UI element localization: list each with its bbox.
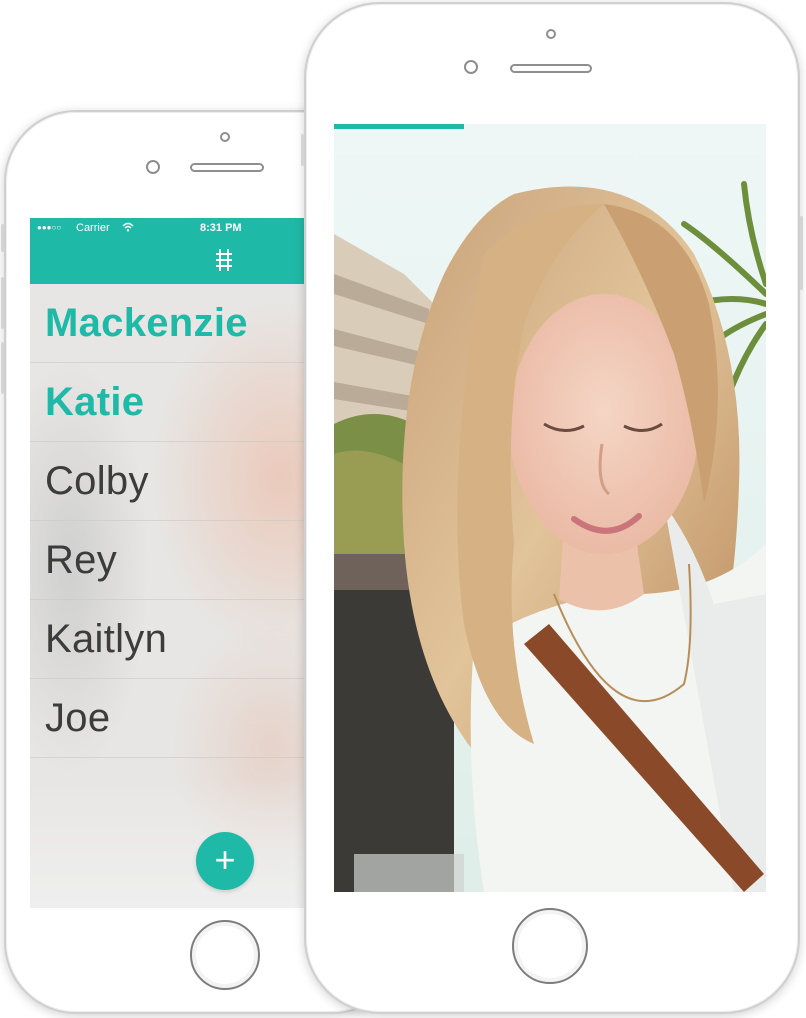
contact-name: Colby (45, 458, 149, 503)
contact-name: Kaitlyn (45, 616, 168, 661)
home-button[interactable] (512, 908, 588, 984)
mute-switch (301, 134, 304, 166)
photo-woman (334, 124, 766, 892)
carrier-name: Carrier (76, 222, 110, 234)
volume-up-button (1, 277, 4, 329)
power-button (800, 216, 803, 290)
progress-bar (334, 124, 464, 129)
list-item[interactable]: Katie (30, 363, 304, 442)
contact-list: Mackenzie Katie Colby Rey Kaitlyn Joe (30, 284, 304, 758)
proximity-sensor (546, 29, 556, 39)
proximity-sensor (220, 132, 230, 142)
volume-down-button (1, 342, 4, 394)
front-camera (146, 160, 160, 174)
status-time: 8:31 PM (200, 222, 242, 234)
nav-bar: ●●●○○ Carrier 8:31 PM (30, 218, 304, 284)
left-screen: ●●●○○ Carrier 8:31 PM Mackenzie Katie Co… (30, 218, 304, 908)
list-item[interactable]: Mackenzie (30, 284, 304, 363)
status-bar: ●●●○○ Carrier 8:31 PM (30, 222, 304, 238)
earpiece-speaker (190, 163, 264, 172)
front-camera (464, 60, 478, 74)
contact-name: Mackenzie (45, 300, 248, 345)
contact-name: Rey (45, 537, 118, 582)
list-item[interactable]: Colby (30, 442, 304, 521)
list-item[interactable]: Joe (30, 679, 304, 758)
mute-switch (1, 224, 4, 252)
wifi-icon (122, 222, 134, 235)
home-button[interactable] (190, 920, 260, 990)
list-item[interactable]: Rey (30, 521, 304, 600)
earpiece-speaker (510, 64, 592, 73)
right-screen (334, 124, 766, 892)
list-item[interactable]: Kaitlyn (30, 600, 304, 679)
add-button[interactable]: + (196, 832, 254, 890)
signal-strength: ●●●○○ (37, 223, 62, 232)
train-track-icon[interactable] (213, 248, 235, 272)
contact-name: Katie (45, 379, 145, 424)
contact-name: Joe (45, 695, 111, 740)
